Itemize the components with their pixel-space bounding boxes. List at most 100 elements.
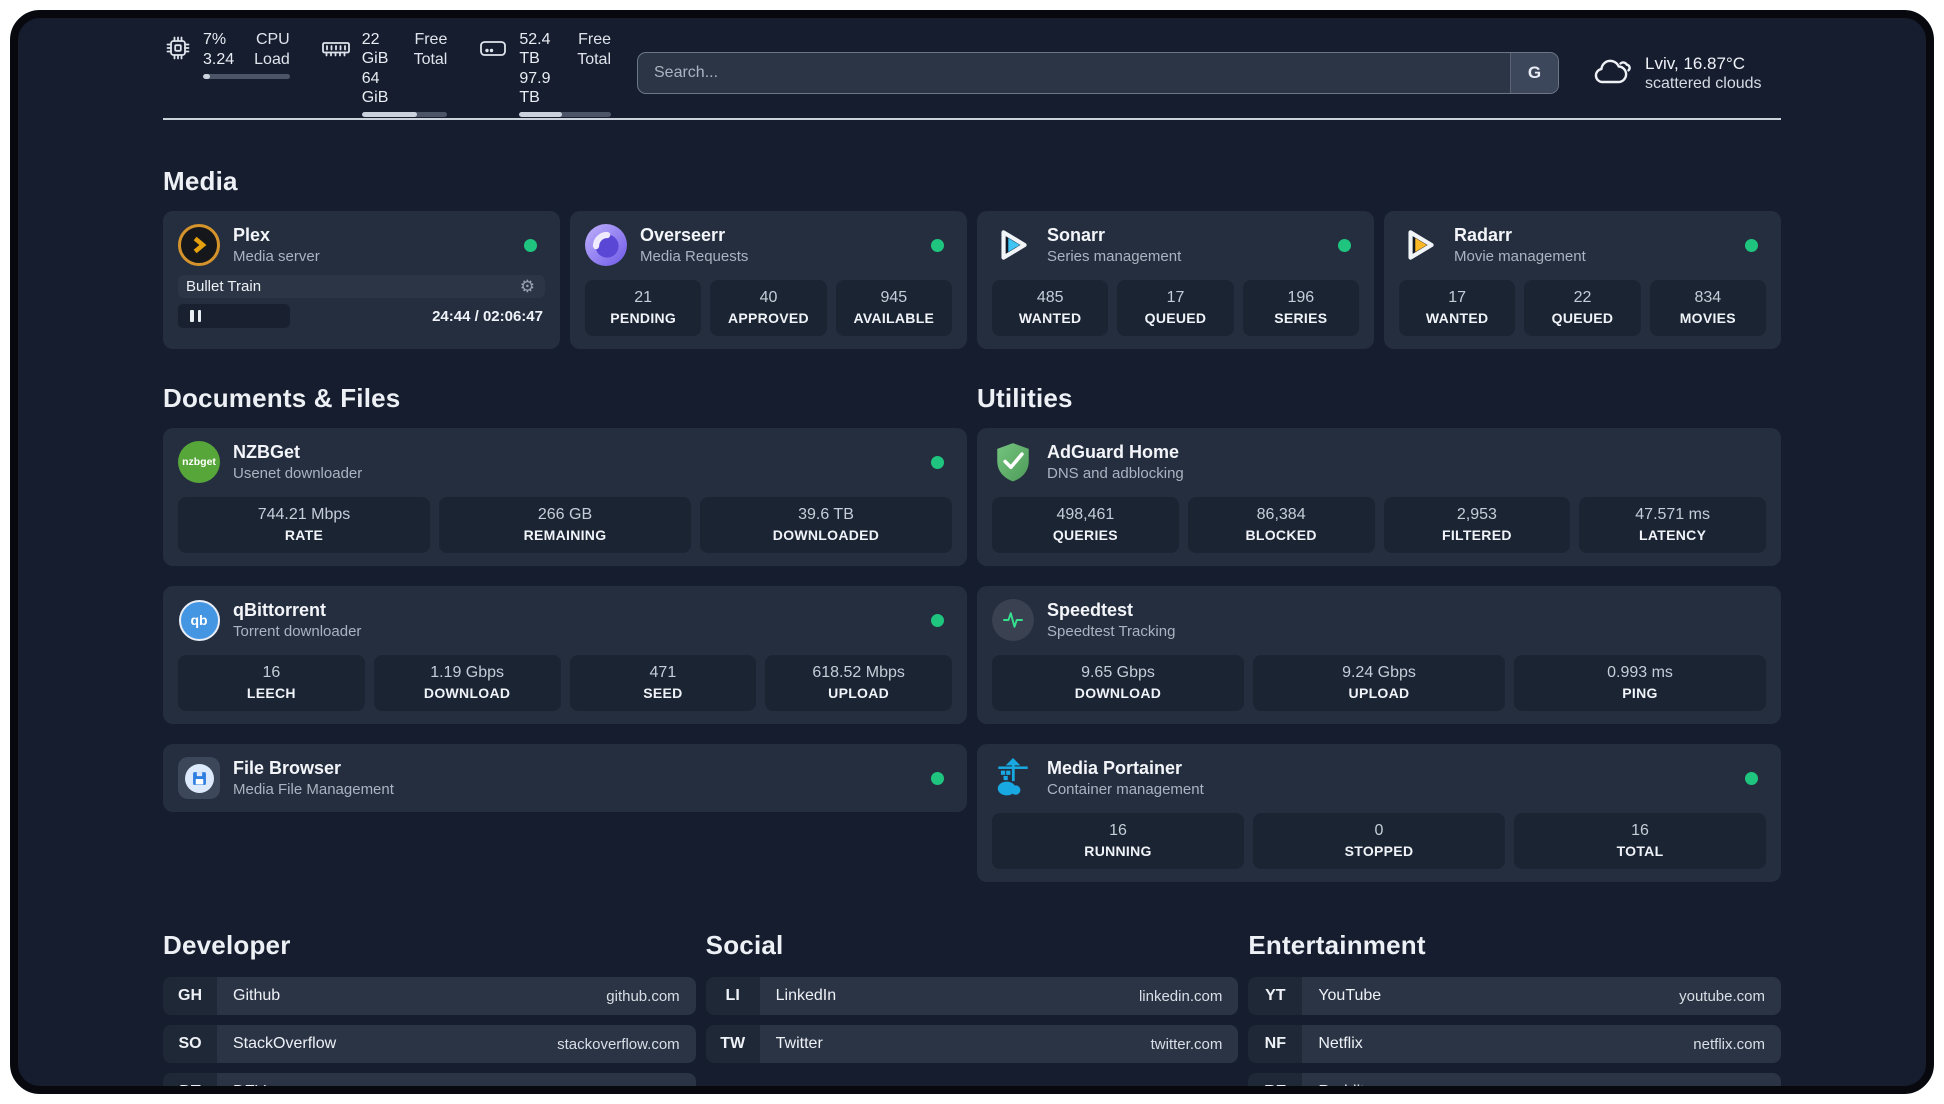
- link-abbr: YT: [1248, 977, 1303, 1015]
- link-name: Github: [233, 987, 281, 1004]
- stat-queued: 22 QUEUED: [1524, 280, 1641, 336]
- ram-free-label: Free: [414, 30, 448, 48]
- nzbget-card[interactable]: nzbget NZBGet Usenet downloader 744.21 M…: [163, 428, 967, 566]
- qbittorrent-card[interactable]: qb qBittorrent Torrent downloader 16 LEE…: [163, 586, 967, 724]
- link-name: StackOverflow: [233, 1035, 337, 1052]
- status-dot: [931, 455, 944, 469]
- portainer-card[interactable]: Media Portainer Container management 16 …: [977, 744, 1781, 882]
- link-url: github.com: [606, 987, 680, 1005]
- app-name: Speedtest: [1047, 599, 1134, 620]
- section-social: Social LI LinkedIn linkedin.com TW Twitt…: [705, 930, 1239, 1063]
- cpu-load-percent: 7%: [203, 30, 227, 48]
- system-stats: 7% 3.24 CPU Load 22 GiB 64 GiB Free Tota…: [163, 30, 611, 117]
- overseerr-icon: [585, 224, 627, 266]
- link-name: LinkedIn: [775, 987, 837, 1004]
- header: 7% 3.24 CPU Load 22 GiB 64 GiB Free Tota…: [163, 31, 1781, 117]
- stat-available: 945 AVAILABLE: [835, 280, 952, 336]
- app-description: Media File Management: [233, 780, 394, 798]
- stat-upload: 9.24 Gbps UPLOAD: [1253, 655, 1505, 711]
- link-twitter[interactable]: TW Twitter twitter.com: [705, 1025, 1239, 1063]
- status-dot: [931, 771, 944, 785]
- link-youtube[interactable]: YT YouTube youtube.com: [1248, 977, 1781, 1015]
- disk-total-value: 97.9 TB: [519, 69, 551, 106]
- link-abbr: SO: [163, 1025, 217, 1063]
- app-description: Media Requests: [640, 247, 749, 265]
- stat-rate: 744.21 Mbps RATE: [178, 497, 430, 553]
- search-input[interactable]: [638, 53, 1510, 93]
- section-entertainment: Entertainment YT YouTube youtube.com NF …: [1248, 930, 1781, 1086]
- plex-card[interactable]: Plex Media server Bullet Train ⚙ 24:44 /…: [163, 211, 560, 349]
- link-name: DEV: [233, 1083, 266, 1094]
- qbittorrent-icon: qb: [178, 599, 220, 641]
- stat-queries: 498,461 QUERIES: [992, 497, 1179, 553]
- link-url: linkedin.com: [1138, 987, 1223, 1005]
- adguard-card[interactable]: AdGuard Home DNS and adblocking 498,461 …: [977, 428, 1781, 566]
- link-name: Netflix: [1318, 1035, 1363, 1052]
- stat-ping: 0.993 ms PING: [1514, 655, 1766, 711]
- section-title-media: Media: [163, 166, 238, 196]
- status-dot: [931, 613, 944, 627]
- section-title-developer: Developer: [163, 930, 291, 960]
- app-description: Media server: [233, 247, 320, 265]
- stat-remaining: 266 GB REMAINING: [439, 497, 691, 553]
- cpu-load-average: 3.24: [203, 50, 235, 68]
- link-github[interactable]: GH Github github.com: [163, 977, 696, 1015]
- cloud-icon: [1591, 54, 1633, 93]
- ram-icon: [320, 30, 352, 68]
- link-url: youtube.com: [1679, 987, 1765, 1005]
- app-description: Usenet downloader: [233, 464, 363, 482]
- speedtest-card[interactable]: Speedtest Speedtest Tracking 9.65 Gbps D…: [977, 586, 1781, 724]
- stat-filtered: 2,953 FILTERED: [1383, 497, 1571, 553]
- app-name: Radarr: [1454, 224, 1513, 245]
- disk-free-label: Free: [578, 30, 611, 48]
- cpu-stat: 7% 3.24 CPU Load: [163, 30, 290, 117]
- link-url: netflix.com: [1693, 1035, 1765, 1053]
- overseerr-card[interactable]: Overseerr Media Requests 21 PENDING 40 A…: [570, 211, 967, 349]
- link-netflix[interactable]: NF Netflix netflix.com: [1248, 1025, 1781, 1063]
- speedtest-icon: [992, 599, 1034, 641]
- pause-button[interactable]: [178, 304, 290, 328]
- link-abbr: TW: [705, 1025, 760, 1063]
- link-dev[interactable]: DT DEV dev.to: [163, 1073, 696, 1094]
- plex-icon: [178, 224, 220, 266]
- app-name: Media Portainer: [1047, 757, 1183, 778]
- stat-latency: 47.571 ms LATENCY: [1579, 497, 1766, 553]
- section-title-entertainment: Entertainment: [1248, 930, 1426, 960]
- ram-total-label: Total: [413, 50, 448, 68]
- stat-seed: 471 SEED: [569, 655, 757, 711]
- status-dot: [931, 238, 944, 252]
- filebrowser-card[interactable]: File Browser Media File Management: [163, 744, 967, 812]
- link-url: twitter.com: [1150, 1035, 1223, 1053]
- link-url: dev.to: [639, 1083, 680, 1094]
- app-description: DNS and adblocking: [1047, 464, 1184, 482]
- weather-condition: scattered clouds: [1645, 74, 1762, 92]
- search-bar: G: [637, 52, 1559, 94]
- app-name: AdGuard Home: [1047, 441, 1180, 462]
- app-name: Plex: [233, 224, 271, 245]
- player-settings-icon[interactable]: ⚙: [520, 278, 535, 295]
- link-url: stackoverflow.com: [557, 1035, 680, 1053]
- sonarr-icon: [992, 224, 1034, 266]
- link-reddit[interactable]: RE Reddit reddit.com: [1248, 1073, 1781, 1086]
- playback-time: 24:44 / 02:06:47: [432, 307, 543, 325]
- stat-stopped: 0 STOPPED: [1253, 813, 1505, 869]
- dashboard-window: 7% 3.24 CPU Load 22 GiB 64 GiB Free Tota…: [10, 10, 1934, 1094]
- stat-queued: 17 QUEUED: [1117, 280, 1234, 336]
- app-name: Overseerr: [640, 224, 726, 245]
- stat-wanted: 485 WANTED: [992, 280, 1109, 336]
- stat-movies: 834 MOVIES: [1649, 280, 1766, 336]
- link-linkedin[interactable]: LI LinkedIn linkedin.com: [705, 977, 1239, 1015]
- header-divider: [163, 118, 1781, 120]
- stat-running: 16 RUNNING: [992, 813, 1244, 869]
- search-engine-button[interactable]: G: [1510, 53, 1558, 93]
- ram-progress-bar: [361, 111, 448, 117]
- nzbget-icon: nzbget: [178, 441, 220, 483]
- link-stackoverflow[interactable]: SO StackOverflow stackoverflow.com: [163, 1025, 696, 1063]
- radarr-card[interactable]: Radarr Movie management 17 WANTED 22 QUE…: [1384, 211, 1781, 349]
- status-dot: [1338, 238, 1351, 252]
- sonarr-card[interactable]: Sonarr Series management 485 WANTED 17 Q…: [977, 211, 1374, 349]
- app-name: Sonarr: [1047, 224, 1106, 245]
- weather-location-temp: Lviv, 16.87°C: [1645, 53, 1746, 73]
- link-abbr: NF: [1248, 1025, 1303, 1063]
- now-playing-title: Bullet Train: [186, 278, 262, 295]
